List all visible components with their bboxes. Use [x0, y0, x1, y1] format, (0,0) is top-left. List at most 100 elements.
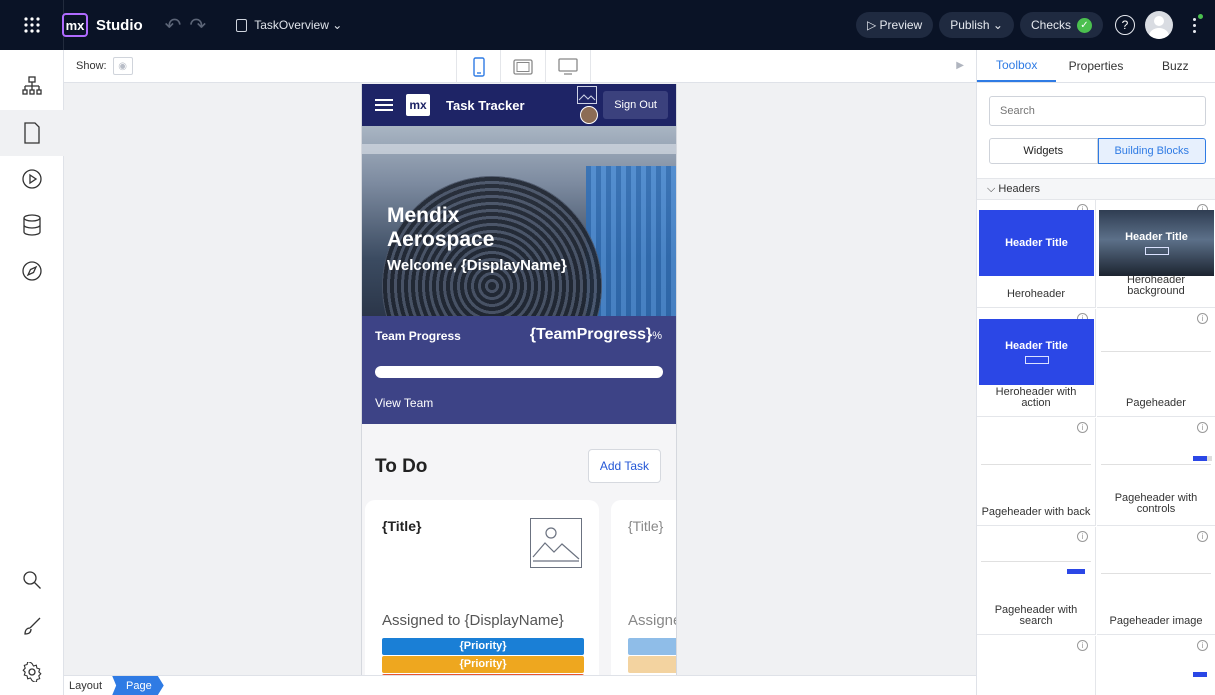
tab-toolbox[interactable]: Toolbox [977, 50, 1057, 82]
block-pageheader-with-controls[interactable]: i Pageheader with controls [1097, 418, 1215, 526]
info-icon[interactable]: i [1077, 422, 1088, 433]
toolbox-search-input[interactable] [989, 96, 1206, 126]
tablet-view-button[interactable] [501, 50, 546, 83]
pages-button[interactable] [0, 110, 64, 156]
sign-out-button[interactable]: Sign Out [603, 91, 668, 119]
canvas-toolbar: Show: ◉ ▶ [64, 50, 976, 83]
block-pageheader-variant[interactable]: i [1097, 636, 1215, 695]
mendix-logo: mx [62, 13, 88, 37]
block-label: Pageheader [1126, 397, 1186, 409]
block-label: Pageheader with search [994, 604, 1078, 627]
block-pageheader[interactable]: i Pageheader [1097, 309, 1215, 417]
microflows-button[interactable] [0, 156, 64, 202]
brush-icon [24, 617, 41, 635]
block-thumbnail: Header Title [979, 319, 1094, 385]
undo-icon[interactable]: ↶ [165, 13, 182, 38]
grid-icon [23, 17, 40, 33]
add-task-button[interactable]: Add Task [587, 449, 661, 483]
desktop-icon [558, 57, 578, 75]
task-title: {Title} [628, 518, 664, 534]
hero-welcome: Welcome, {DisplayName} [387, 257, 567, 274]
image-placeholder-icon [577, 86, 597, 104]
hero-title-line-2: Aerospace [387, 228, 495, 251]
checks-button[interactable]: Checks ✓ [1019, 12, 1103, 38]
app-header[interactable]: mx Task Tracker Sign Out [362, 84, 676, 126]
view-team-link[interactable]: View Team [375, 396, 433, 410]
theme-button[interactable] [0, 603, 64, 649]
widgets-toggle[interactable]: Widgets [989, 138, 1098, 164]
task-card[interactable]: {Title} Assigned to {DisplayName} {Prior… [365, 500, 599, 675]
team-progress-unit: % [652, 330, 662, 342]
device-switcher [456, 50, 591, 83]
preview-label: ▷ Preview [866, 18, 923, 32]
panel-tabs: Toolbox Properties Buzz [977, 50, 1215, 83]
block-thumbnail: Header Title [1099, 210, 1214, 276]
block-pageheader-with-search[interactable]: i Pageheader with search [977, 527, 1096, 635]
todo-title: To Do [375, 456, 428, 477]
breadcrumb-page[interactable]: Page [112, 675, 164, 695]
team-progress-number: {TeamProgress} [529, 326, 653, 343]
info-icon[interactable]: i [1197, 531, 1208, 542]
settings-button[interactable] [0, 649, 64, 695]
user-avatar[interactable] [1145, 11, 1173, 39]
todo-section: To Do Add Task {Title} Assigned to {Disp… [362, 424, 676, 675]
breadcrumb-layout[interactable]: Layout [69, 680, 102, 692]
search-icon [23, 571, 41, 589]
team-progress-section: Team Progress {TeamProgress}% View Team [362, 316, 676, 424]
app-switcher-button[interactable] [0, 0, 64, 50]
search-button[interactable] [0, 557, 64, 603]
top-bar: mx Studio ↶ ↷ TaskOverview ⌄ ▷ Preview P… [0, 0, 1215, 50]
navigation-button[interactable] [0, 248, 64, 294]
block-heroheader-background[interactable]: i Header Title Heroheader background [1097, 200, 1215, 308]
headers-section[interactable]: ⌵ Headers [977, 178, 1215, 200]
document-selector[interactable]: TaskOverview ⌄ [236, 18, 342, 32]
publish-button[interactable]: Publish ⌄ [939, 12, 1014, 38]
more-options-icon[interactable] [1179, 13, 1209, 33]
phone-icon [472, 56, 485, 77]
building-blocks-toggle[interactable]: Building Blocks [1097, 138, 1206, 164]
team-progress-value: {TeamProgress}% [530, 326, 662, 344]
phone-view-button[interactable] [456, 50, 501, 83]
desktop-view-button[interactable] [546, 50, 591, 83]
team-progress-bar [375, 366, 663, 378]
task-assignee: Assigne [628, 612, 677, 629]
info-icon[interactable]: i [1077, 531, 1088, 542]
image-placeholder-icon [530, 518, 582, 568]
show-toggle[interactable]: Show: ◉ [76, 57, 133, 75]
info-icon[interactable]: i [1197, 422, 1208, 433]
checks-ok-icon: ✓ [1077, 17, 1092, 33]
block-pageheader-variant[interactable]: i [977, 636, 1096, 695]
task-card[interactable]: {Title} Assigne [611, 500, 677, 675]
team-progress-label: Team Progress [375, 329, 461, 343]
database-icon [23, 214, 41, 236]
info-icon[interactable]: i [1077, 640, 1088, 651]
page-canvas: mx Task Tracker Sign Out Mendix Aerospac… [64, 83, 976, 675]
profile-avatar[interactable] [580, 106, 598, 124]
eye-icon[interactable]: ◉ [112, 57, 133, 75]
block-heroheader-with-action[interactable]: i Header Title Heroheader with action [977, 309, 1096, 417]
info-icon[interactable]: i [1197, 313, 1208, 324]
tab-buzz[interactable]: Buzz [1136, 50, 1215, 82]
block-pageheader-image[interactable]: i Pageheader image [1097, 527, 1215, 635]
navigation-structure-button[interactable] [0, 64, 64, 110]
preview-button[interactable]: ▷ Preview [855, 12, 934, 38]
play-circle-icon [22, 169, 42, 189]
tab-properties[interactable]: Properties [1056, 50, 1135, 82]
block-heroheader[interactable]: i Header Title Heroheader [977, 200, 1096, 308]
hero-header: Mendix Aerospace Welcome, {DisplayName} [362, 126, 676, 316]
show-label: Show: [76, 60, 107, 72]
expand-panel-icon[interactable]: ▶ [956, 60, 964, 71]
priority-badge: {Priority} [382, 638, 584, 655]
redo-icon[interactable]: ↷ [189, 13, 206, 38]
toolbox-segment-control: Widgets Building Blocks [989, 138, 1206, 164]
thumb-title: Header Title [1005, 340, 1068, 352]
menu-icon[interactable] [375, 99, 393, 111]
block-pageheader-with-back[interactable]: i Pageheader with back [977, 418, 1096, 526]
thumb-title: Header Title [1005, 237, 1068, 249]
priority-badge [628, 656, 676, 673]
priority-badge: {Priority} [382, 656, 584, 673]
task-title: {Title} [382, 518, 422, 534]
domain-model-button[interactable] [0, 202, 64, 248]
info-icon[interactable]: i [1197, 640, 1208, 651]
help-icon[interactable]: ? [1115, 15, 1135, 35]
